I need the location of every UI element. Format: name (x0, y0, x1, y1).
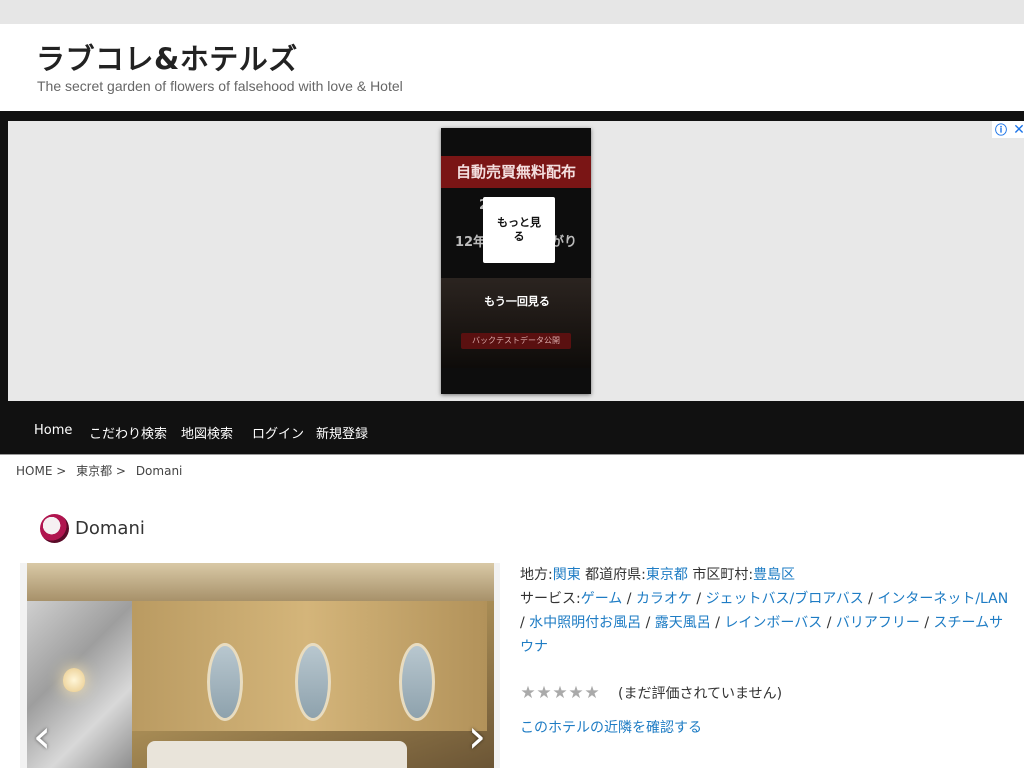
gallery-prev-icon[interactable]: ‹ (28, 713, 56, 759)
site-header: ラブコレ&ホテルズ The secret garden of flowers o… (0, 24, 1024, 111)
breadcrumb-prefecture[interactable]: 東京都 > (76, 464, 126, 478)
nav-item-login[interactable]: ログイン (252, 423, 304, 442)
photo-oval-mirror (295, 643, 331, 721)
ad-frame: 自動売買無料配布 2年… …倍 12年間… …上がり もっと見る もう一回見る … (8, 121, 1024, 401)
service-link[interactable]: ジェットバス/ブロアバス (706, 591, 864, 607)
breadcrumb-home[interactable]: HOME > (16, 464, 66, 478)
top-bar (0, 0, 1024, 24)
service-link[interactable]: 露天風呂 (655, 615, 711, 631)
star-icon[interactable]: ★ (536, 685, 552, 702)
rating: ★ ★ ★ ★ ★ (まだ評価されていません) (520, 683, 782, 703)
separator: / (622, 591, 636, 607)
photo-gallery: ‹ › (20, 563, 500, 768)
separator: / (822, 615, 836, 631)
hotel-heading: Domani (40, 513, 145, 543)
gallery-next-icon[interactable]: › (463, 713, 491, 759)
service-link[interactable]: バリアフリー (836, 615, 920, 631)
ad-info-controls: ⓘ ✕ (992, 121, 1024, 138)
service-link[interactable]: 水中照明付お風呂 (529, 615, 641, 631)
services-row: サービス:ゲーム / カラオケ / ジェットバス/ブロアバス / インターネット… (520, 587, 1010, 659)
star-icon[interactable]: ★ (520, 685, 536, 702)
service-link[interactable]: レインボーバス (724, 615, 822, 631)
main-nav: Home こだわり検索 地図検索 ログイン 新規登録 (0, 411, 1024, 455)
star-icon[interactable]: ★ (568, 685, 584, 702)
photo-oval-mirror (399, 643, 435, 721)
ad-photo (441, 278, 591, 368)
photo-bed (147, 741, 407, 768)
star-icon[interactable]: ★ (584, 685, 600, 702)
star-icon[interactable]: ★ (552, 685, 568, 702)
site-tagline: The secret garden of flowers of falsehoo… (37, 78, 403, 94)
region-label: 地方: (520, 567, 553, 583)
ad-info-icon[interactable]: ⓘ (992, 121, 1010, 138)
ad-creative[interactable]: 自動売買無料配布 2年… …倍 12年間… …上がり もっと見る もう一回見る … (441, 128, 591, 394)
location-row: 地方:関東 都道府県:東京都 市区町村:豊島区 (520, 563, 1010, 587)
services-label: サービス: (520, 591, 581, 607)
site-title[interactable]: ラブコレ&ホテルズ (36, 36, 298, 78)
ad-band: 自動売買無料配布 2年… …倍 12年間… …上がり もっと見る もう一回見る … (0, 111, 1024, 454)
city-link[interactable]: 豊島区 (753, 567, 795, 583)
photo-oval-mirror (207, 643, 243, 721)
breadcrumb: HOME > 東京都 > Domani (16, 462, 188, 479)
hotel-logo-icon (40, 513, 69, 543)
ad-more-button[interactable]: もっと見る (483, 197, 555, 263)
separator: / (691, 591, 706, 607)
nav-item-register[interactable]: 新規登録 (316, 423, 368, 442)
breadcrumb-current: Domani (135, 464, 183, 478)
prefecture-label: 都道府県: (585, 567, 646, 583)
rating-text: (まだ評価されていません) (618, 686, 783, 702)
separator: / (863, 591, 878, 607)
service-link[interactable]: カラオケ (636, 591, 692, 607)
separator: / (641, 615, 655, 631)
ad-replay-button[interactable]: もう一回見る (481, 294, 553, 309)
photo-ceiling (27, 563, 494, 601)
region-link[interactable]: 関東 (553, 567, 581, 583)
nearby-hotels-link[interactable]: このホテルの近隣を確認する (520, 717, 702, 737)
city-label: 市区町村: (692, 567, 754, 583)
prefecture-link[interactable]: 東京都 (646, 567, 688, 583)
hotel-name: Domani (75, 517, 145, 539)
separator: / (520, 615, 530, 631)
nav-item-map-search[interactable]: 地図検索 (181, 423, 233, 442)
service-link[interactable]: インターネット/LAN (877, 591, 1008, 607)
photo-lamp (63, 668, 85, 692)
service-link[interactable]: ゲーム (581, 591, 623, 607)
nav-item-detailed-search[interactable]: こだわり検索 (89, 423, 167, 442)
hotel-room-photo (27, 563, 494, 768)
ad-close-icon[interactable]: ✕ (1010, 121, 1024, 138)
separator: / (710, 615, 725, 631)
rating-stars[interactable]: ★ ★ ★ ★ ★ (520, 685, 600, 702)
ad-headline: 自動売買無料配布 (441, 156, 591, 188)
ad-cta[interactable]: バックテストデータ公開 (461, 333, 571, 349)
separator: / (919, 615, 934, 631)
nav-item-home[interactable]: Home (34, 423, 72, 438)
hotel-info: 地方:関東 都道府県:東京都 市区町村:豊島区 サービス:ゲーム / カラオケ … (520, 563, 1010, 659)
